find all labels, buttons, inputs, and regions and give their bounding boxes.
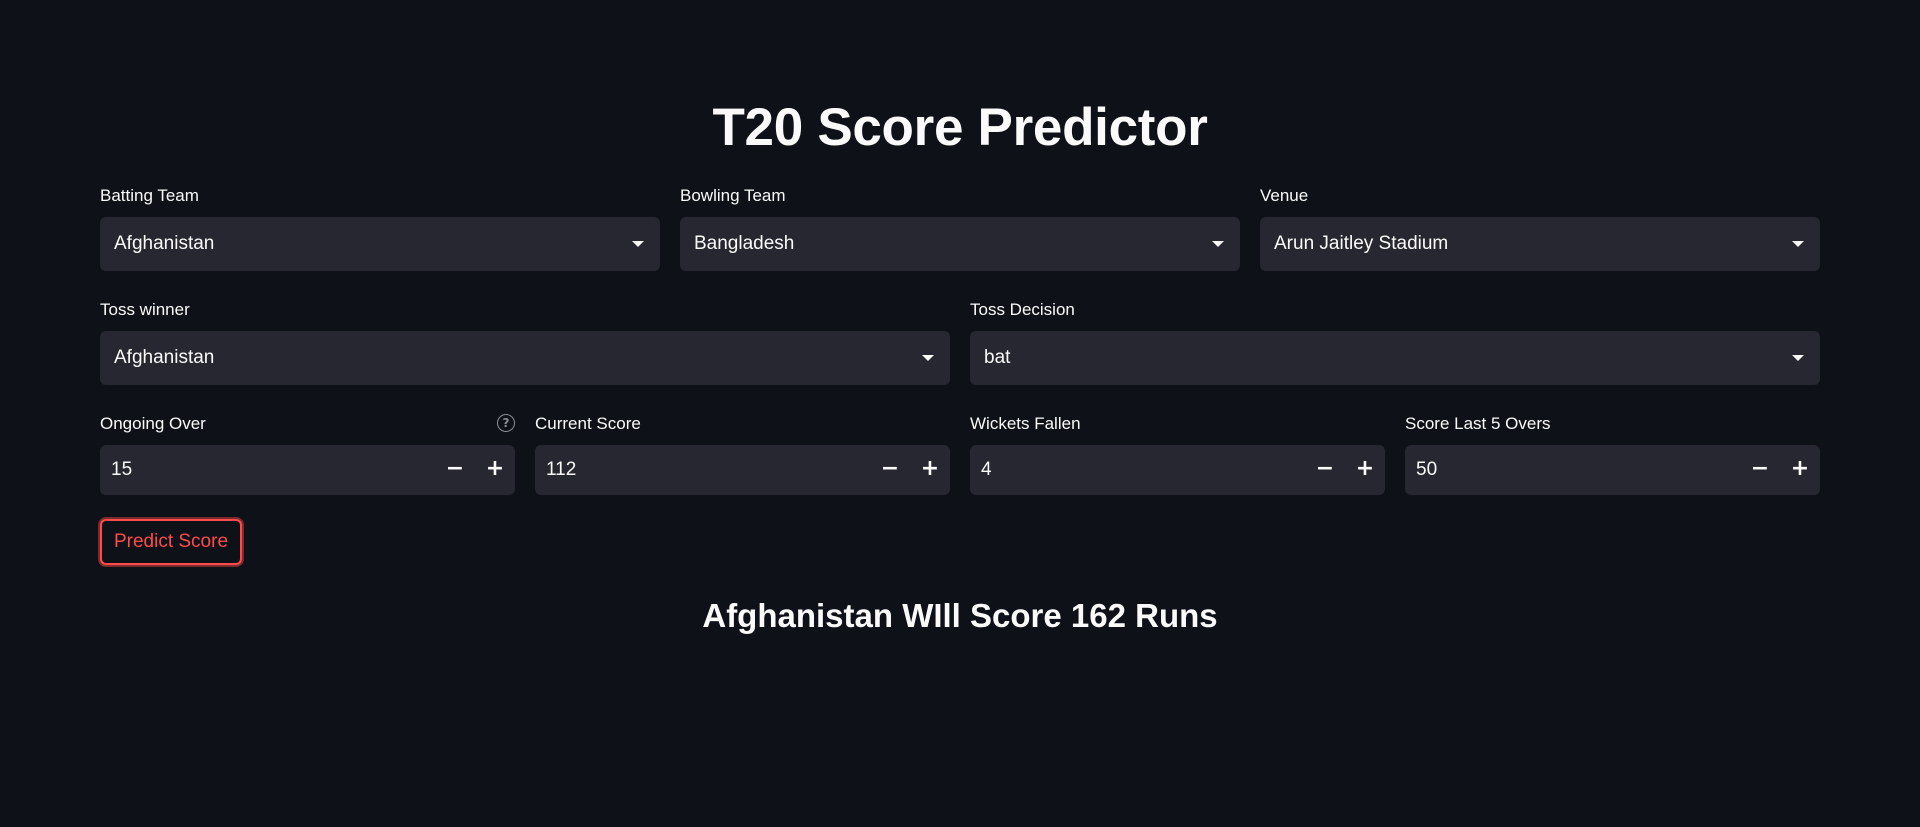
venue-field: Venue Arun Jaitley Stadium [1260,186,1820,276]
chevron-down-icon [1212,241,1224,247]
wickets-fallen-label: Wickets Fallen [970,414,1081,433]
batting-team-value: Afghanistan [114,233,215,254]
wickets-fallen-value[interactable]: 4 [981,445,992,495]
app-page: T20 Score Predictor Batting Team Afghani… [0,0,1920,827]
ongoing-over-field: Ongoing Over ? 15 − + [100,414,515,499]
question-circle-icon[interactable]: ? [497,414,515,432]
chevron-down-icon [1792,355,1804,361]
increment-button[interactable]: + [910,445,950,495]
score-last-5-field: Score Last 5 Overs 50 − + [1405,414,1820,499]
venue-select[interactable]: Arun Jaitley Stadium [1260,217,1820,271]
batting-team-label: Batting Team [100,186,199,205]
current-score-field: Current Score 112 − + [535,414,950,499]
chevron-down-icon [922,355,934,361]
current-score-label: Current Score [535,414,641,433]
toss-winner-value: Afghanistan [114,347,215,368]
current-score-input[interactable]: 112 − + [535,445,950,495]
bowling-team-select[interactable]: Bangladesh [680,217,1240,271]
toss-decision-field: Toss Decision bat [970,300,1820,390]
page-title: T20 Score Predictor [712,98,1208,157]
bowling-team-label: Bowling Team [680,186,786,205]
ongoing-over-label: Ongoing Over [100,414,206,433]
toss-winner-select[interactable]: Afghanistan [100,331,950,385]
toss-decision-select[interactable]: bat [970,331,1820,385]
wickets-fallen-field: Wickets Fallen 4 − + [970,414,1385,499]
score-last-5-label: Score Last 5 Overs [1405,414,1551,433]
decrement-button[interactable]: − [435,445,475,495]
wickets-fallen-input[interactable]: 4 − + [970,445,1385,495]
score-last-5-value[interactable]: 50 [1416,445,1437,495]
ongoing-over-input[interactable]: 15 − + [100,445,515,495]
chevron-down-icon [1792,241,1804,247]
increment-button[interactable]: + [475,445,515,495]
batting-team-select[interactable]: Afghanistan [100,217,660,271]
current-score-value[interactable]: 112 [546,445,576,495]
chevron-down-icon [632,241,644,247]
bowling-team-value: Bangladesh [694,233,795,254]
increment-button[interactable]: + [1780,445,1820,495]
ongoing-over-value[interactable]: 15 [111,445,132,495]
predict-score-button[interactable]: Predict Score [100,519,242,565]
batting-team-field: Batting Team Afghanistan [100,186,660,276]
toss-winner-field: Toss winner Afghanistan [100,300,950,390]
prediction-result: Afghanistan WIll Score 162 Runs [702,597,1218,634]
toss-decision-label: Toss Decision [970,300,1075,319]
decrement-button[interactable]: − [1740,445,1780,495]
bowling-team-field: Bowling Team Bangladesh [680,186,1240,276]
decrement-button[interactable]: − [1305,445,1345,495]
increment-button[interactable]: + [1345,445,1385,495]
venue-value: Arun Jaitley Stadium [1274,233,1449,254]
toss-decision-value: bat [984,347,1011,368]
decrement-button[interactable]: − [870,445,910,495]
venue-label: Venue [1260,186,1309,205]
toss-winner-label: Toss winner [100,300,190,319]
score-last-5-input[interactable]: 50 − + [1405,445,1820,495]
